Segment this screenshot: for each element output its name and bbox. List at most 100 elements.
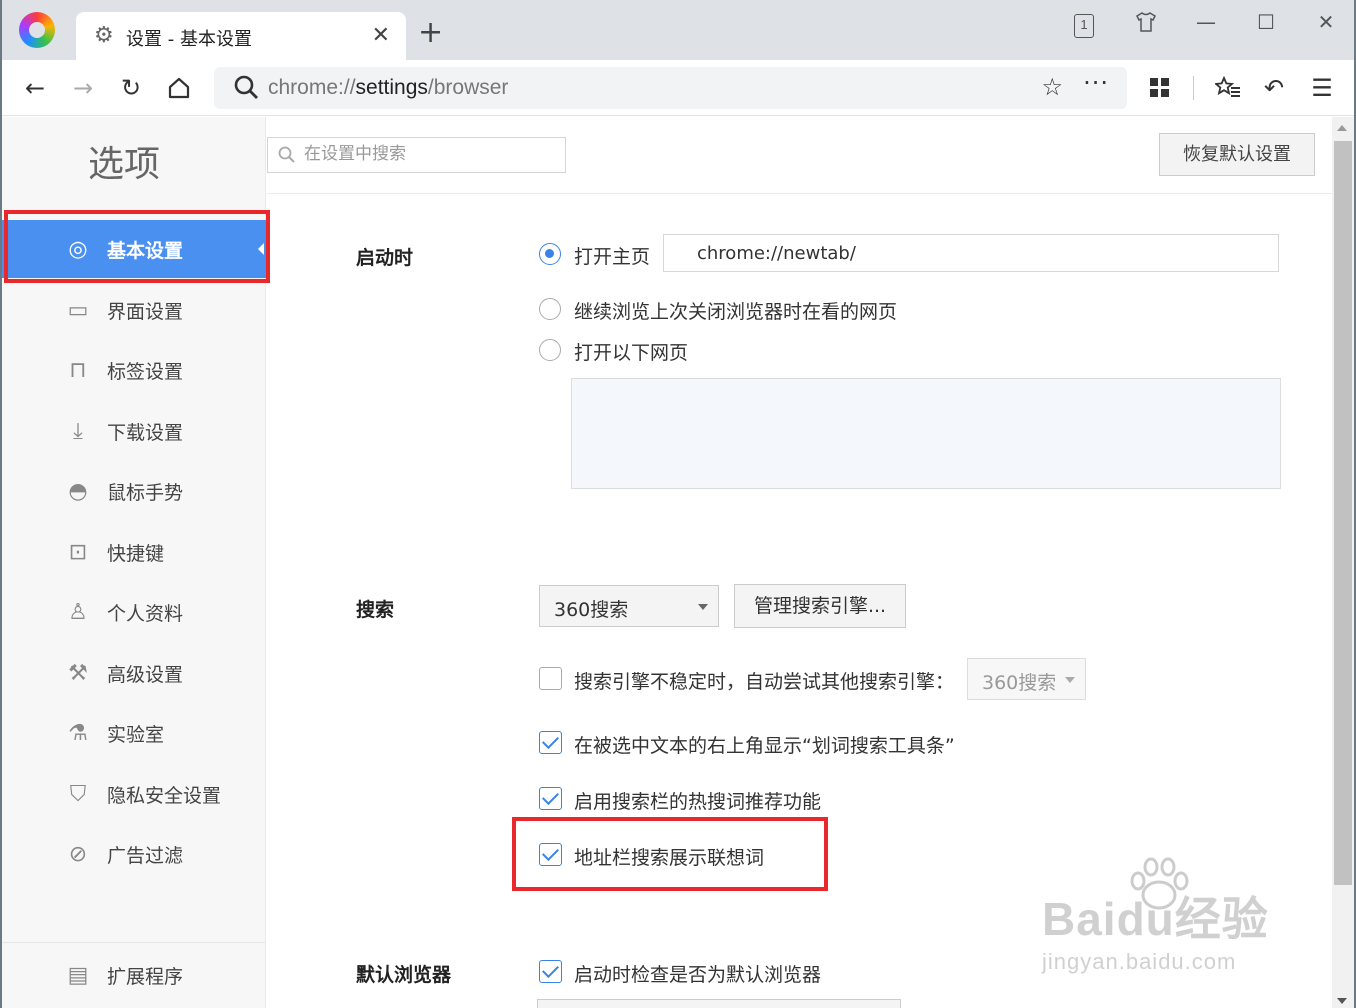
hot-words-label: 启用搜索栏的热搜词推荐功能 [574, 791, 822, 813]
browser-logo-icon [19, 12, 55, 48]
scroll-up-arrow-icon[interactable] [1337, 125, 1347, 131]
radio-continue-last[interactable] [539, 298, 561, 320]
scrollbar-thumb[interactable] [1334, 141, 1352, 885]
show-toolbar-label: 在被选中文本的右上角显示“划词搜索工具条” [574, 735, 955, 757]
search-icon [278, 146, 295, 163]
fallback-engine-select[interactable]: 360搜索 [967, 658, 1086, 700]
reset-defaults-button[interactable]: 恢复默认设置 [1159, 133, 1315, 176]
sidebar-item-shortcuts[interactable]: ⊡ 快捷键 [2, 523, 266, 581]
window-count-badge: 1 [1074, 14, 1094, 38]
sidebar-item-label: 界面设置 [107, 301, 184, 323]
address-bar[interactable]: chrome://settings/browser ☆ ··· [214, 67, 1127, 109]
toolbar-separator [1193, 76, 1194, 100]
close-tab-icon[interactable]: ✕ [372, 23, 390, 48]
sidebar-item-lab[interactable]: ⚗ 实验室 [2, 704, 266, 762]
settings-page: 选项 ◎ 基本设置 ▭ 界面设置 ⊓ 标签设置 ⤓ 下载设置 ◓ 鼠标手势 ⊡ … [2, 117, 1354, 1008]
fallback-engine-checkbox[interactable] [539, 667, 562, 690]
sidebar-item-profile[interactable]: ♙ 个人资料 [2, 583, 266, 641]
show-toolbar-checkbox[interactable] [539, 731, 562, 754]
more-icon[interactable]: ··· [1083, 69, 1109, 97]
toolbar: ← → ↻ chrome://settings/browser ☆ ··· ↶ … [2, 60, 1354, 116]
search-engine-value: 360搜索 [554, 599, 629, 621]
hot-words-checkbox[interactable] [539, 787, 562, 810]
fallback-engine-label: 搜索引擎不稳定时，自动尝试其他搜索引擎： [574, 671, 955, 693]
home-button[interactable] [161, 70, 197, 106]
sidebar-item-label: 标签设置 [107, 361, 184, 383]
sidebar-item-extensions[interactable]: ▤ 扩展程序 [2, 946, 266, 1004]
radio-label-open-pages: 打开以下网页 [574, 342, 689, 364]
chevron-down-icon [1065, 677, 1075, 683]
sidebar-item-label: 隐私安全设置 [107, 785, 222, 807]
user-icon: ♙ [68, 600, 88, 625]
radio-open-home[interactable] [539, 243, 561, 265]
window-count-button[interactable]: 1 [1064, 8, 1104, 38]
home-url-field[interactable]: chrome://newtab/ [663, 234, 1279, 272]
tab-title: 设置 - 基本设置 [126, 29, 252, 50]
sidebar-item-download[interactable]: ⤓ 下载设置 [2, 402, 266, 460]
sidebar-item-label: 下载设置 [107, 422, 184, 444]
search-input[interactable] [304, 144, 554, 164]
flask-icon: ⚗ [68, 721, 88, 746]
baidu-watermark: Baidu经验 jingyan.baidu.com [1042, 857, 1292, 977]
radio-open-pages[interactable] [539, 339, 561, 361]
section-title-startup: 启动时 [356, 247, 414, 269]
section-title-search: 搜索 [356, 599, 395, 621]
watermark-main-text: Baidu经验 [1042, 893, 1269, 945]
sidebar-item-label: 扩展程序 [107, 966, 184, 988]
menu-icon[interactable]: ☰ [1304, 70, 1340, 106]
search-engine-select[interactable]: 360搜索 [539, 585, 719, 627]
header-divider [266, 193, 1332, 194]
sidebar-item-label: 快捷键 [107, 543, 165, 565]
startup-pages-list[interactable] [571, 378, 1281, 489]
search-icon [234, 75, 258, 99]
radio-label-open-home: 打开主页 [574, 246, 651, 268]
scrollbar[interactable] [1332, 117, 1354, 1008]
chevron-down-icon [698, 604, 708, 610]
sidebar-item-interface[interactable]: ▭ 界面设置 [2, 281, 266, 339]
sidebar-item-adblock[interactable]: ⊘ 广告过滤 [2, 825, 266, 883]
apps-grid-icon[interactable] [1142, 70, 1178, 106]
default-browser-label: 启动时检查是否为默认浏览器 [574, 964, 822, 986]
sidebar-item-privacy[interactable]: ⛉ 隐私安全设置 [2, 765, 266, 823]
browser-window: ⚙ 设置 - 基本设置 ✕ + 1 — ☐ ✕ ← → ↻ chrome://s… [2, 0, 1354, 1008]
tab-icon: ⊓ [69, 358, 87, 383]
gear-icon: ⚙ [94, 23, 114, 48]
undo-close-icon[interactable]: ↶ [1256, 70, 1292, 106]
settings-search[interactable] [267, 137, 566, 173]
minimize-button[interactable]: — [1186, 8, 1226, 36]
scroll-down-arrow-icon[interactable] [1337, 998, 1347, 1004]
tab-settings[interactable]: ⚙ 设置 - 基本设置 ✕ [76, 12, 406, 60]
skin-icon[interactable] [1126, 8, 1166, 36]
sidebar-divider [2, 942, 266, 943]
sidebar-item-tabs[interactable]: ⊓ 标签设置 [2, 341, 266, 399]
mouse-icon: ◓ [68, 479, 88, 504]
back-button[interactable]: ← [17, 70, 53, 106]
sidebar-item-label: 实验室 [107, 724, 165, 746]
forward-button[interactable]: → [65, 70, 101, 106]
sidebar-item-mouse[interactable]: ◓ 鼠标手势 [2, 462, 266, 520]
bookmark-star-icon[interactable]: ☆ [1041, 73, 1063, 101]
favorites-icon[interactable] [1210, 70, 1246, 106]
sidebar-item-label: 鼠标手势 [107, 482, 184, 504]
new-tab-button[interactable]: + [418, 18, 443, 48]
default-browser-checkbox[interactable] [539, 960, 562, 983]
sidebar-item-advanced[interactable]: ⚒ 高级设置 [2, 644, 266, 702]
fallback-engine-value: 360搜索 [982, 672, 1057, 694]
shield-icon: ⛉ [69, 782, 87, 807]
manage-search-engines-button[interactable]: 管理搜索引擎... [734, 584, 906, 628]
maximize-button[interactable]: ☐ [1246, 8, 1286, 36]
block-icon: ⊘ [68, 842, 88, 867]
partial-button[interactable] [537, 999, 901, 1008]
highlight-box-suggest [512, 817, 828, 891]
close-window-button[interactable]: ✕ [1306, 8, 1346, 36]
watermark-sub-text: jingyan.baidu.com [1042, 949, 1237, 974]
section-title-default-browser: 默认浏览器 [356, 964, 452, 986]
reload-button[interactable]: ↻ [113, 70, 149, 106]
tab-strip: ⚙ 设置 - 基本设置 ✕ + 1 — ☐ ✕ [2, 0, 1354, 60]
sidebar-item-label: 广告过滤 [107, 845, 184, 867]
extensions-icon: ▤ [67, 963, 89, 988]
shortcut-icon: ⊡ [68, 540, 88, 565]
highlight-box-sidebar [4, 210, 270, 283]
url-text: chrome://settings/browser [268, 76, 509, 99]
window-icon: ▭ [67, 298, 89, 323]
